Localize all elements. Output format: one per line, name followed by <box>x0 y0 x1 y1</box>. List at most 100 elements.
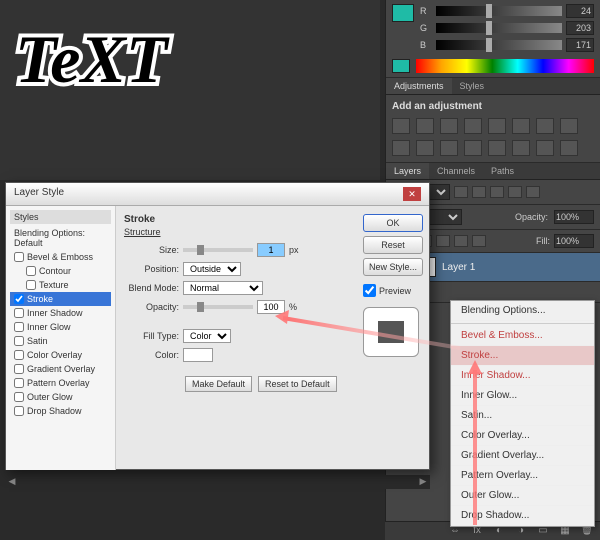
filter-smart-icon[interactable] <box>526 186 540 198</box>
posterize-icon[interactable] <box>488 140 506 156</box>
r-value[interactable]: 24 <box>566 4 594 18</box>
chk-inner-shadow[interactable] <box>14 308 24 318</box>
fill-input[interactable] <box>554 234 594 248</box>
foreground-swatch[interactable] <box>392 4 414 22</box>
dialog-title: Layer Style <box>14 187 64 201</box>
threshold-icon[interactable] <box>512 140 530 156</box>
ctx-bevel-emboss[interactable]: Bevel & Emboss... <box>451 326 594 346</box>
balance-icon[interactable] <box>536 118 554 134</box>
scroll-left-icon[interactable]: ◀ <box>5 476 19 488</box>
selective-icon[interactable] <box>560 140 578 156</box>
new-style-button[interactable]: New Style... <box>363 258 423 276</box>
tab-channels[interactable]: Channels <box>429 163 483 179</box>
r-label: R <box>420 6 432 16</box>
exposure-icon[interactable] <box>464 118 482 134</box>
ctx-stroke[interactable]: Stroke... <box>451 346 594 366</box>
stroke-opacity-slider[interactable] <box>183 305 253 309</box>
stroke-opacity-input[interactable] <box>257 300 285 314</box>
photo-filter-icon[interactable] <box>392 140 410 156</box>
preview-box <box>363 307 419 357</box>
chk-satin[interactable] <box>14 336 24 346</box>
ctx-satin[interactable]: Satin... <box>451 406 594 426</box>
mixer-icon[interactable] <box>416 140 434 156</box>
stroke-color-picker[interactable] <box>183 348 213 362</box>
preview-checkbox-row[interactable]: Preview <box>363 284 423 297</box>
styles-header[interactable]: Styles <box>10 210 111 224</box>
g-value[interactable]: 203 <box>566 21 594 35</box>
dialog-titlebar[interactable]: Layer Style ✕ <box>6 183 429 206</box>
blending-options-default[interactable]: Blending Options: Default <box>10 226 111 250</box>
chk-gradient-overlay[interactable] <box>14 364 24 374</box>
curves-icon[interactable] <box>440 118 458 134</box>
filter-shape-icon[interactable] <box>508 186 522 198</box>
ctx-blending-options[interactable]: Blending Options... <box>451 301 594 321</box>
chk-inner-glow[interactable] <box>14 322 24 332</box>
ctx-inner-shadow[interactable]: Inner Shadow... <box>451 366 594 386</box>
b-slider[interactable] <box>436 40 562 50</box>
levels-icon[interactable] <box>416 118 434 134</box>
vibrance-icon[interactable] <box>488 118 506 134</box>
foreground-background-swatches[interactable] <box>392 4 414 51</box>
chk-pattern-overlay[interactable] <box>14 378 24 388</box>
ok-button[interactable]: OK <box>363 214 423 232</box>
filltype-label: Fill Type: <box>124 331 179 341</box>
layer-name[interactable]: Layer 1 <box>442 262 475 273</box>
chk-outer-glow[interactable] <box>14 392 24 402</box>
make-default-button[interactable]: Make Default <box>185 376 252 392</box>
position-select[interactable]: Outside <box>183 262 241 276</box>
hue-icon[interactable] <box>512 118 530 134</box>
r-slider[interactable] <box>436 6 562 16</box>
filter-adj-icon[interactable] <box>472 186 486 198</box>
lock-pixel-icon[interactable] <box>436 235 450 247</box>
size-input[interactable] <box>257 243 285 257</box>
chk-texture[interactable] <box>26 280 36 290</box>
chk-contour[interactable] <box>26 266 36 276</box>
ctx-gradient-overlay[interactable]: Gradient Overlay... <box>451 446 594 466</box>
chk-color-overlay[interactable] <box>14 350 24 360</box>
lookup-icon[interactable] <box>440 140 458 156</box>
bw-icon[interactable] <box>560 118 578 134</box>
size-slider[interactable] <box>183 248 253 252</box>
filter-pixel-icon[interactable] <box>454 186 468 198</box>
ctx-pattern-overlay[interactable]: Pattern Overlay... <box>451 466 594 486</box>
close-icon[interactable]: ✕ <box>403 187 421 201</box>
size-unit: px <box>289 245 299 255</box>
tab-paths[interactable]: Paths <box>483 163 522 179</box>
ctx-outer-glow[interactable]: Outer Glow... <box>451 486 594 506</box>
tab-adjustments[interactable]: Adjustments <box>386 78 452 94</box>
filter-type-icon[interactable] <box>490 186 504 198</box>
chk-drop-shadow[interactable] <box>14 406 24 416</box>
invert-icon[interactable] <box>464 140 482 156</box>
lock-all-icon[interactable] <box>472 235 486 247</box>
scroll-right-icon[interactable]: ▶ <box>416 476 430 488</box>
brightness-icon[interactable] <box>392 118 410 134</box>
opacity-input[interactable] <box>554 210 594 224</box>
lock-pos-icon[interactable] <box>454 235 468 247</box>
map-icon[interactable] <box>536 140 554 156</box>
tab-styles[interactable]: Styles <box>452 78 493 94</box>
style-satin: Satin <box>10 334 111 348</box>
preview-swatch <box>374 317 408 347</box>
chk-bevel[interactable] <box>14 252 24 262</box>
ctx-inner-glow[interactable]: Inner Glow... <box>451 386 594 406</box>
chk-stroke[interactable] <box>14 294 24 304</box>
filltype-select[interactable]: Color <box>183 329 231 343</box>
secondary-swatch[interactable] <box>392 59 410 73</box>
canvas-text-object[interactable]: TeXT <box>15 20 167 99</box>
color-spectrum[interactable] <box>416 59 594 73</box>
horizontal-scrollbar[interactable]: ◀ ▶ <box>5 475 430 489</box>
ctx-color-overlay[interactable]: Color Overlay... <box>451 426 594 446</box>
style-color-overlay: Color Overlay <box>10 348 111 362</box>
reset-default-button[interactable]: Reset to Default <box>258 376 337 392</box>
style-outer-glow: Outer Glow <box>10 390 111 404</box>
blendmode-label: Blend Mode: <box>124 283 179 293</box>
tab-layers[interactable]: Layers <box>386 163 429 179</box>
preview-checkbox[interactable] <box>363 284 376 297</box>
blendmode-select[interactable]: Normal <box>183 281 263 295</box>
b-value[interactable]: 171 <box>566 38 594 52</box>
g-slider[interactable] <box>436 23 562 33</box>
ctx-drop-shadow[interactable]: Drop Shadow... <box>451 506 594 526</box>
opacity-label: Opacity: <box>515 212 548 222</box>
canvas[interactable]: TeXT <box>0 0 380 180</box>
reset-button[interactable]: Reset <box>363 236 423 254</box>
